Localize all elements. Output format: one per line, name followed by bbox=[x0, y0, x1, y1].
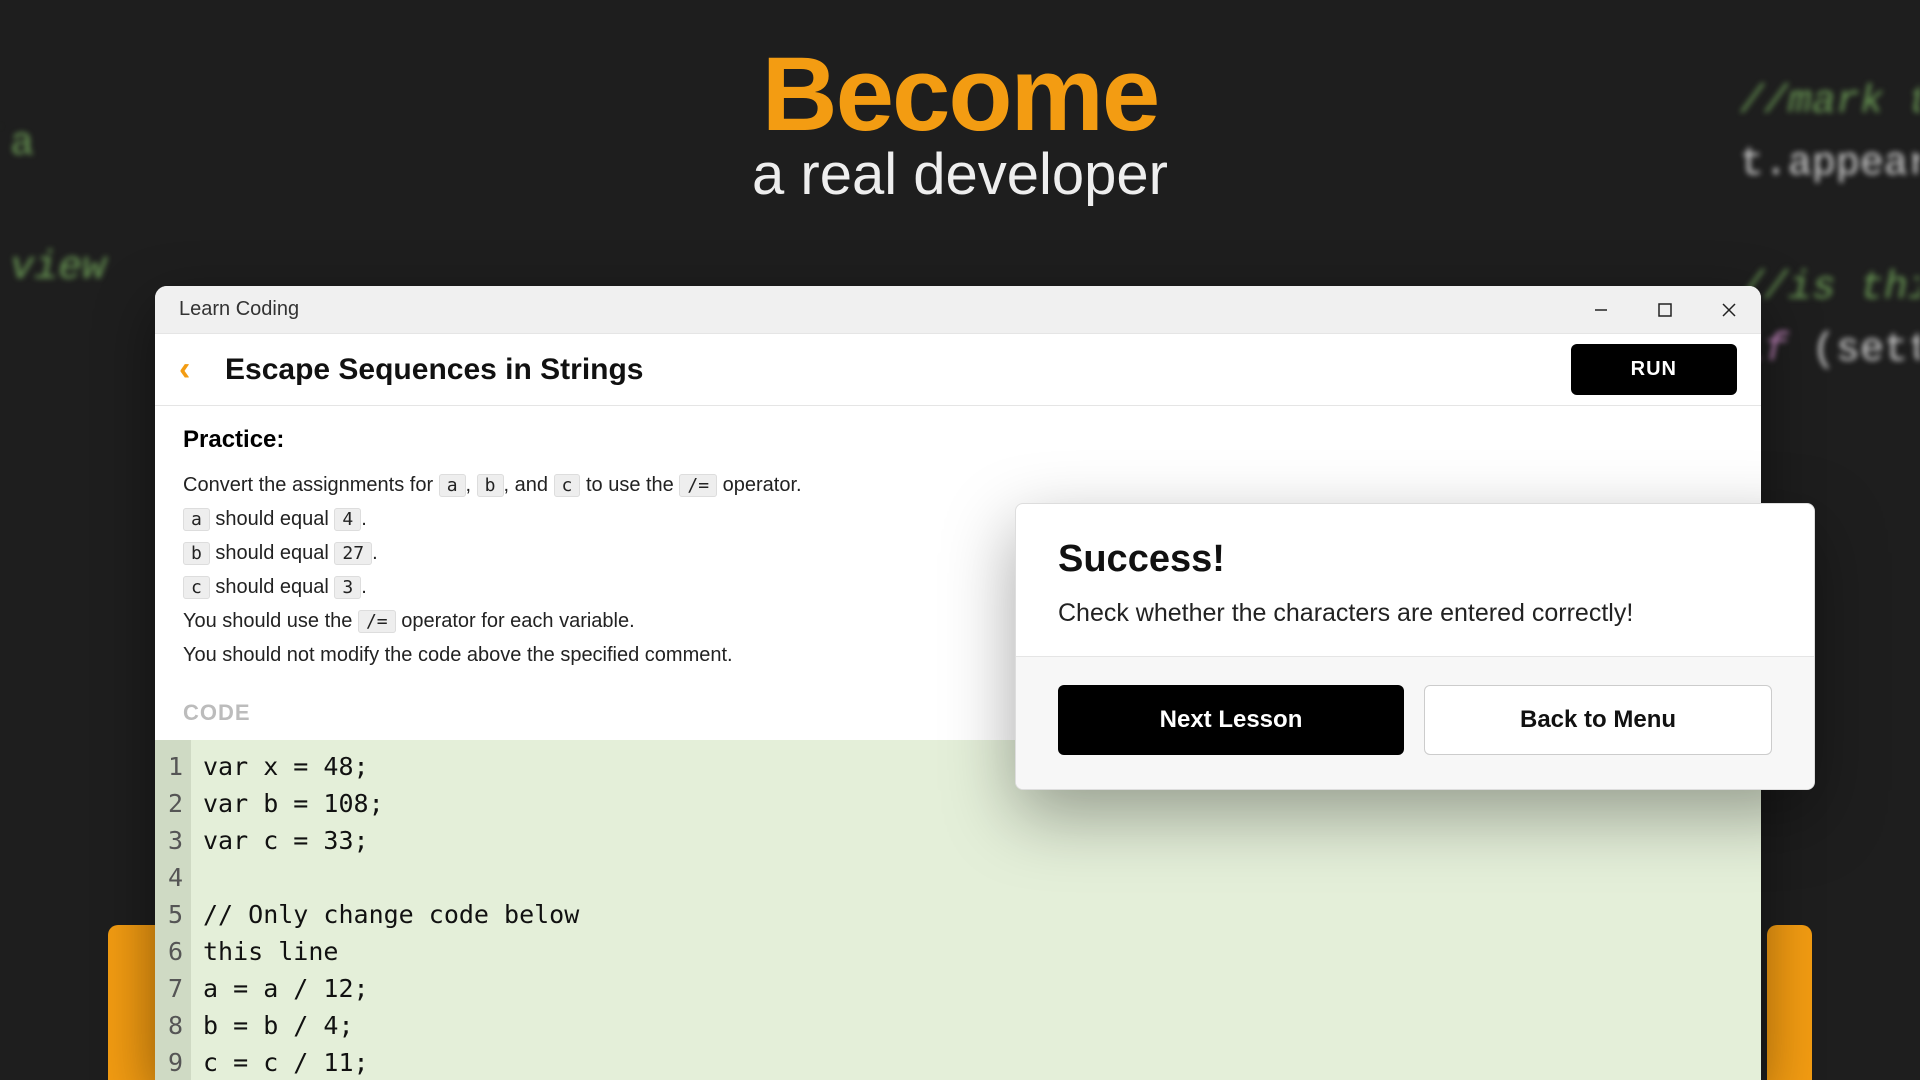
titlebar: Learn Coding bbox=[155, 286, 1761, 334]
run-button[interactable]: RUN bbox=[1571, 344, 1737, 395]
modal-title: Success! bbox=[1058, 538, 1772, 581]
hero-subline: a real developer bbox=[752, 141, 1168, 208]
success-modal: Success! Check whether the characters ar… bbox=[1015, 503, 1815, 790]
back-chevron-icon[interactable]: ‹ bbox=[179, 350, 213, 389]
window-title: Learn Coding bbox=[179, 298, 299, 321]
hero-headline: Become bbox=[752, 42, 1168, 147]
inline-code: /= bbox=[358, 610, 396, 633]
modal-message: Check whether the characters are entered… bbox=[1058, 599, 1772, 628]
inline-code: b bbox=[183, 542, 210, 565]
lesson-title: Escape Sequences in Strings bbox=[225, 353, 644, 387]
inline-code: a bbox=[439, 474, 466, 497]
next-lesson-button[interactable]: Next Lesson bbox=[1058, 685, 1404, 755]
close-button[interactable] bbox=[1697, 286, 1761, 334]
minimize-button[interactable] bbox=[1569, 286, 1633, 334]
practice-heading: Practice: bbox=[183, 426, 1733, 454]
inline-code: 3 bbox=[334, 576, 361, 599]
inline-code: /= bbox=[679, 474, 717, 497]
inline-code: b bbox=[477, 474, 504, 497]
hero: Become a real developer bbox=[752, 42, 1168, 208]
inline-code: c bbox=[183, 576, 210, 599]
code-editor[interactable]: 123456789 var x = 48;var b = 108;var c =… bbox=[155, 740, 1761, 1080]
decoration bbox=[1767, 925, 1812, 1080]
inline-code: 4 bbox=[334, 508, 361, 531]
lesson-header: ‹ Escape Sequences in Strings RUN bbox=[155, 334, 1761, 406]
code-body[interactable]: var x = 48;var b = 108;var c = 33; // On… bbox=[191, 740, 579, 1080]
maximize-button[interactable] bbox=[1633, 286, 1697, 334]
back-to-menu-button[interactable]: Back to Menu bbox=[1424, 685, 1772, 755]
line-gutter: 123456789 bbox=[155, 740, 191, 1080]
inline-code: 27 bbox=[334, 542, 372, 565]
inline-code: a bbox=[183, 508, 210, 531]
inline-code: c bbox=[554, 474, 581, 497]
